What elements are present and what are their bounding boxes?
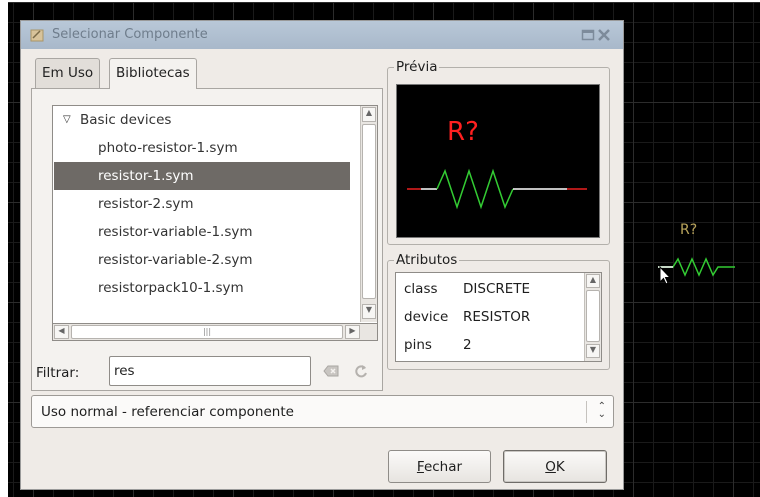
attributes-group-title: Atributos [394,252,460,268]
attribute-value: RESISTOR [463,309,531,325]
dialog-title: Selecionar Componente [52,27,208,42]
ok-button-label: K [555,459,565,475]
usage-mode-select[interactable]: Uso normal - referenciar componente ⌃ ⌄ [31,395,614,428]
filter-input[interactable] [109,356,311,386]
attributes-group: Atributos class DISCRETE device RESISTOR… [387,252,610,370]
tree-item-label: photo-resistor-1.sym [98,140,238,156]
select-component-dialog: Selecionar Componente Em Uso Bibliotecas… [20,20,624,490]
scroll-thumb[interactable] [362,124,376,299]
tree-item-label: resistor-variable-1.sym [98,224,253,240]
scroll-up-icon[interactable]: ▲ [362,107,376,122]
tree-item[interactable]: photo-resistor-1.sym [54,134,350,162]
attribute-key: pins [404,337,432,353]
attribute-row[interactable]: pins 2 [396,331,584,359]
combo-separator [586,401,587,423]
expand-arrow-icon[interactable]: ▽ [63,114,71,125]
tree-vertical-scrollbar[interactable]: ▲ ▼ [360,106,377,322]
close-button-label: echar [423,459,463,475]
attributes-scrollbar[interactable]: ▲ ▼ [584,273,601,361]
tree-item-label: resistor-2.sym [98,196,194,212]
usage-mode-value: Uso normal - referenciar componente [41,404,294,420]
scroll-thumb[interactable]: ||| [71,325,343,339]
tree-item-selected[interactable]: resistor-1.sym [54,162,350,190]
attribute-key: device [404,309,449,325]
attribute-value: DISCRETE [463,281,531,297]
library-tree[interactable]: ▽ Basic devices photo-resistor-1.sym res… [52,105,378,324]
maximize-icon[interactable] [581,28,595,42]
library-tab-panel: ▽ Basic devices photo-resistor-1.sym res… [31,88,383,391]
attribute-row[interactable]: class DISCRETE [396,275,584,303]
preview-canvas: R? [396,84,600,238]
scroll-thumb[interactable] [586,290,600,342]
up-down-arrows-icon[interactable]: ⌃ ⌄ [598,402,606,420]
close-icon[interactable] [597,28,611,42]
preview-group: Prévia R? [387,59,610,245]
app-icon [30,29,44,42]
attribute-row[interactable]: device RESISTOR [396,303,584,331]
ok-button[interactable]: OK [503,450,607,483]
tree-item[interactable]: resistor-variable-2.sym [54,246,350,274]
scroll-right-icon[interactable]: ▶ [345,325,360,339]
filter-label: Filtrar: [36,365,80,381]
close-button-mnemonic: F [416,459,424,475]
scroll-up-icon[interactable]: ▲ [586,274,600,288]
tab-em-uso[interactable]: Em Uso [35,58,101,88]
attribute-value: 2 [463,337,472,353]
scroll-left-icon[interactable]: ◀ [54,325,69,339]
tree-item[interactable]: resistor-variable-1.sym [54,218,350,246]
attribute-key: class [404,281,438,297]
tab-bibliotecas[interactable]: Bibliotecas [109,58,197,89]
clear-filter-icon[interactable] [322,362,340,380]
mouse-cursor-icon [659,266,672,285]
tree-item[interactable]: resistorpack10-1.sym [54,274,350,302]
tree-item-label: resistorpack10-1.sym [98,280,244,296]
preview-resistor-symbol: R? [407,117,587,210]
scroll-down-icon[interactable]: ▼ [586,344,600,358]
tree-item-label: resistor-variable-2.sym [98,252,253,268]
tree-item-label: resistor-1.sym [98,168,194,184]
tree-item[interactable]: resistor-2.sym [54,190,350,218]
attributes-table[interactable]: class DISCRETE device RESISTOR pins 2 ▲ … [395,272,602,362]
tab-label: Bibliotecas [116,65,190,81]
scroll-down-icon[interactable]: ▼ [362,304,376,319]
preview-refdes: R? [447,117,479,147]
tree-horizontal-scrollbar[interactable]: ◀ ||| ▶ [52,324,378,341]
tab-label: Em Uso [42,65,94,81]
tree-root-label: Basic devices [80,112,172,128]
ok-button-mnemonic: O [545,459,556,475]
dialog-titlebar[interactable]: Selecionar Componente [21,21,623,49]
preview-group-title: Prévia [394,59,440,75]
reset-icon[interactable] [352,362,370,380]
tree-root-basic-devices[interactable]: ▽ Basic devices [54,106,350,134]
close-button[interactable]: Fechar [388,450,491,483]
